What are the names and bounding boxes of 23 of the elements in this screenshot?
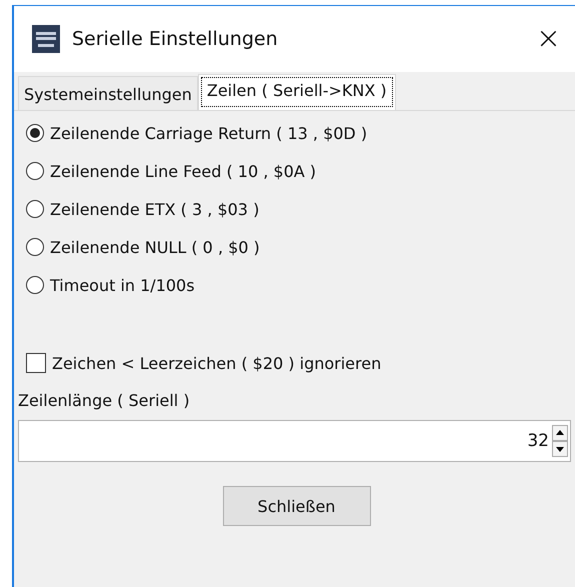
keyboard-icon [32, 25, 60, 53]
number-field[interactable]: 32 [18, 420, 571, 462]
radio-label: Zeilenende ETX ( 3 , $03 ) [50, 200, 260, 218]
radio-button[interactable] [26, 276, 44, 294]
checkbox[interactable] [26, 353, 46, 373]
spin-down-icon[interactable] [552, 441, 568, 457]
radio-label: Zeilenende Carriage Return ( 13 , $0D ) [50, 124, 368, 142]
field-value: 32 [527, 431, 549, 451]
field-label: Zeilenlänge ( Seriell ) [18, 391, 191, 410]
radio-label: Zeilenende Line Feed ( 10 , $0A ) [50, 162, 316, 180]
tab[interactable]: Systemeinstellungen [18, 76, 198, 110]
radio-button[interactable] [26, 124, 44, 142]
checkbox-label: Zeichen < Leerzeichen ( $20 ) ignorieren [52, 354, 382, 372]
radio-label: Timeout in 1/100s [50, 276, 195, 294]
tab[interactable]: Zeilen ( Seriell->KNX ) [198, 74, 396, 110]
spin-up-icon[interactable] [552, 425, 568, 441]
radio-label: Zeilenende NULL ( 0 , $0 ) [50, 238, 260, 256]
close-button[interactable]: × [536, 24, 561, 54]
radio-button[interactable] [26, 162, 44, 180]
window-title: Serielle Einstellungen [72, 28, 279, 50]
close-dialog-button[interactable]: Schließen [222, 486, 370, 526]
radio-button[interactable] [26, 238, 44, 256]
radio-button[interactable] [26, 200, 44, 218]
